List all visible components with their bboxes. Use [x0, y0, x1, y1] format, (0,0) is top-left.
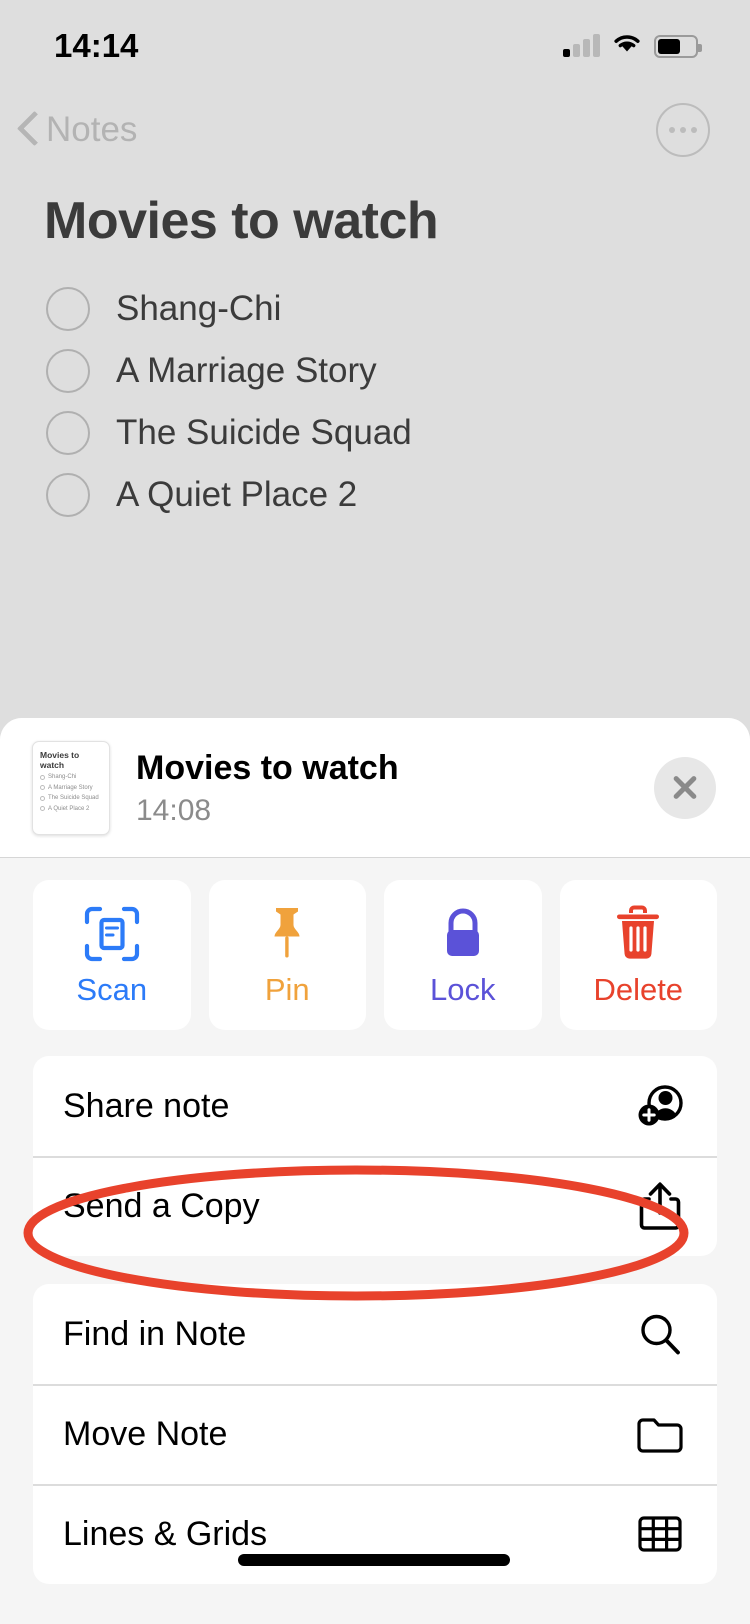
close-button[interactable] [654, 756, 716, 819]
thumbnail-item: A Quiet Place 2 [40, 806, 102, 812]
more-options-button[interactable] [656, 103, 710, 157]
cellular-signal-icon [563, 34, 600, 57]
checklist-item[interactable]: A Quiet Place 2 [44, 464, 706, 526]
lock-button-label: Lock [430, 972, 496, 1007]
pin-button[interactable]: Pin [208, 880, 366, 1030]
move-note-label: Move Note [63, 1414, 228, 1453]
share-note-label: Share note [63, 1086, 230, 1125]
navigation-bar: Notes [0, 86, 750, 174]
sheet-note-title: Movies to watch [136, 749, 399, 788]
checkbox-icon[interactable] [46, 411, 90, 456]
chevron-left-icon [18, 113, 38, 147]
status-icons [563, 32, 702, 60]
pin-icon [258, 902, 316, 966]
checklist-item-label: A Marriage Story [116, 351, 377, 391]
battery-icon [654, 34, 702, 58]
sheet-meta: Movies to watch 14:08 [136, 747, 654, 828]
send-a-copy-label: Send a Copy [63, 1186, 260, 1225]
checklist-item[interactable]: Shang-Chi [44, 278, 706, 340]
checkbox-icon [40, 785, 45, 791]
trash-icon [611, 902, 665, 966]
notes-screen: 14:14 Notes Movies to watch Shang-Chi A … [0, 0, 750, 1624]
lock-button[interactable]: Lock [384, 880, 542, 1030]
thumbnail-item: A Marriage Story [40, 785, 102, 791]
note-actions-sheet: Movies to watch Shang-Chi A Marriage Sto… [0, 718, 750, 1624]
ellipsis-dot [669, 127, 675, 133]
sheet-header: Movies to watch Shang-Chi A Marriage Sto… [0, 718, 750, 858]
note-thumbnail: Movies to watch Shang-Chi A Marriage Sto… [32, 740, 110, 835]
person-add-icon [633, 1079, 687, 1133]
magnifier-icon [633, 1307, 687, 1361]
delete-button[interactable]: Delete [559, 880, 717, 1030]
checkbox-icon [40, 774, 45, 780]
checkbox-icon[interactable] [46, 349, 90, 394]
share-upload-icon [633, 1179, 687, 1233]
thumbnail-item-label: The Suicide Squad [48, 795, 99, 802]
wifi-icon [612, 32, 642, 60]
page-title: Movies to watch [44, 192, 439, 250]
lines-and-grids-label: Lines & Grids [63, 1514, 268, 1553]
scan-button[interactable]: Scan [33, 880, 191, 1030]
scan-button-label: Scan [76, 972, 148, 1007]
pin-button-label: Pin [264, 972, 310, 1007]
share-options-group: Share note Send a Copy [33, 1056, 717, 1256]
sheet-note-timestamp: 14:08 [136, 793, 212, 827]
status-time: 14:14 [54, 27, 139, 64]
grid-icon [633, 1507, 687, 1561]
checkbox-icon[interactable] [46, 473, 90, 518]
checklist-item[interactable]: The Suicide Squad [44, 402, 706, 464]
checklist-item-label: The Suicide Squad [116, 413, 412, 453]
thumbnail-item-label: A Marriage Story [48, 784, 93, 791]
ellipsis-dot [680, 127, 686, 133]
note-content: Movies to watch Shang-Chi A Marriage Sto… [0, 174, 750, 526]
folder-icon [633, 1407, 687, 1461]
scan-document-icon [83, 902, 141, 966]
note-checklist: Shang-Chi A Marriage Story The Suicide S… [44, 278, 706, 526]
checklist-item[interactable]: A Marriage Story [44, 340, 706, 402]
checkbox-icon [40, 806, 45, 812]
status-bar: 14:14 [0, 0, 750, 86]
send-a-copy-row[interactable]: Send a Copy [33, 1156, 717, 1256]
checkbox-icon[interactable] [46, 287, 90, 332]
note-options-group: Find in Note Move Note Lines & Grids [33, 1284, 717, 1584]
checkbox-icon [40, 795, 45, 801]
move-note-row[interactable]: Move Note [33, 1384, 717, 1484]
thumbnail-title: Movies to watch [40, 749, 80, 770]
thumbnail-item: The Suicide Squad [40, 795, 102, 801]
back-button[interactable]: Notes [18, 110, 137, 150]
ellipsis-dot [691, 127, 697, 133]
checklist-item-label: Shang-Chi [116, 289, 282, 329]
thumbnail-item-label: Shang-Chi [48, 774, 77, 781]
thumbnail-item: Shang-Chi [40, 774, 102, 780]
delete-button-label: Delete [593, 972, 684, 1007]
lines-and-grids-row[interactable]: Lines & Grids [33, 1484, 717, 1584]
checklist-item-label: A Quiet Place 2 [116, 475, 358, 515]
home-indicator[interactable] [238, 1554, 510, 1566]
find-in-note-row[interactable]: Find in Note [33, 1284, 717, 1384]
share-note-row[interactable]: Share note [33, 1056, 717, 1156]
thumbnail-item-label: A Quiet Place 2 [48, 805, 90, 812]
quick-action-tiles: Scan Pin Lock Delete [0, 858, 750, 1030]
back-button-label: Notes [46, 110, 138, 149]
find-in-note-label: Find in Note [63, 1314, 247, 1353]
lock-icon [436, 902, 490, 966]
